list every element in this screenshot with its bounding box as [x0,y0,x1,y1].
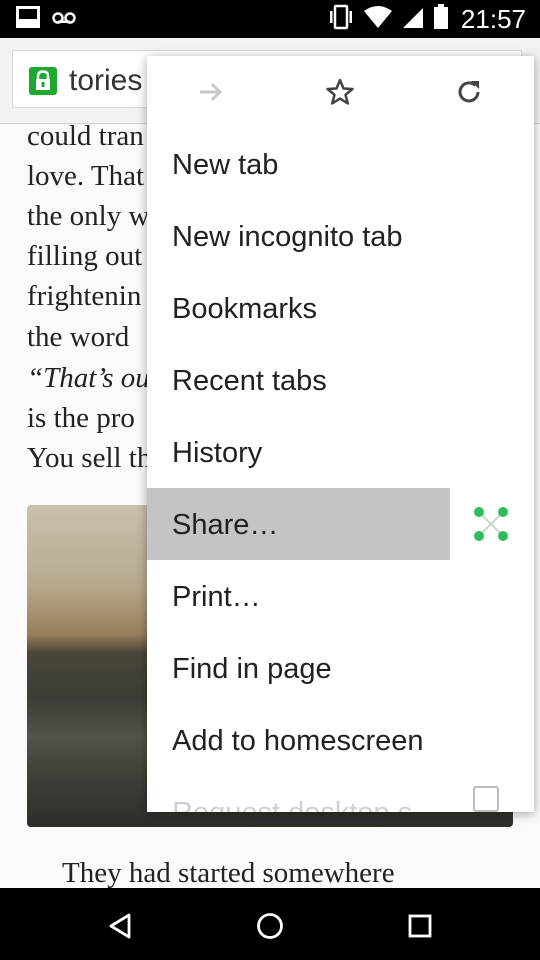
refresh-icon[interactable] [449,72,489,112]
article-line: “That’s ou [27,362,150,394]
article-line: You sell th [27,442,152,474]
menu-item-label: Print… [172,581,261,613]
forward-arrow-icon[interactable] [191,72,231,112]
star-icon[interactable] [320,72,360,112]
menu-item-print[interactable]: Print… [147,560,534,632]
menu-item-add-to-homescreen[interactable]: Add to homescreen [147,704,534,776]
menu-item-label: New tab [172,149,279,181]
article-line: could tran [27,124,144,152]
menu-item-label: Add to homescreen [172,725,424,757]
menu-item-share[interactable]: Share… [147,488,534,560]
voicemail-icon [52,10,76,29]
menu-item-label: Bookmarks [172,293,318,325]
home-icon[interactable] [250,906,290,946]
vibrate-icon [327,4,355,34]
request-desktop-checkbox[interactable] [473,786,499,812]
share-app-icon[interactable] [473,506,509,542]
overflow-menu: New tab New incognito tab Bookmarks Rece… [147,56,534,812]
menu-item-label: Recent tabs [172,365,327,397]
status-time: 21:57 [460,4,526,34]
wifi-icon [363,5,393,33]
menu-item-label: History [172,437,263,469]
menu-item-request-desktop-site[interactable]: Request desktop s [147,776,534,812]
menu-item-new-incognito-tab[interactable]: New incognito tab [147,200,534,272]
menu-item-find-in-page[interactable]: Find in page [147,632,534,704]
notification-icon [16,6,40,32]
menu-item-bookmarks[interactable]: Bookmarks [147,272,534,344]
signal-icon [401,5,425,33]
menu-item-new-tab[interactable]: New tab [147,128,534,200]
menu-icon-row [147,56,534,128]
article-line: frightenin [27,280,142,312]
menu-item-recent-tabs[interactable]: Recent tabs [147,344,534,416]
article-line: the only w [27,200,150,232]
recents-icon[interactable] [400,906,440,946]
menu-item-history[interactable]: History [147,416,534,488]
article-line: love. That [27,160,145,192]
article-line: the word [27,321,130,353]
article-line: They had started somewhere [62,857,395,888]
status-bar: 21:57 [0,0,540,38]
back-icon[interactable] [100,906,140,946]
menu-item-label: New incognito tab [172,221,403,253]
menu-item-label: Request desktop s [172,796,412,812]
menu-item-label: Find in page [172,653,332,685]
url-text[interactable]: tories [69,63,142,99]
menu-item-label: Share… [172,509,279,541]
battery-icon [433,4,449,34]
lock-icon [29,67,57,95]
article-line: filling out [27,240,143,272]
navigation-bar [0,888,540,960]
article-line: is the pro [27,402,135,434]
